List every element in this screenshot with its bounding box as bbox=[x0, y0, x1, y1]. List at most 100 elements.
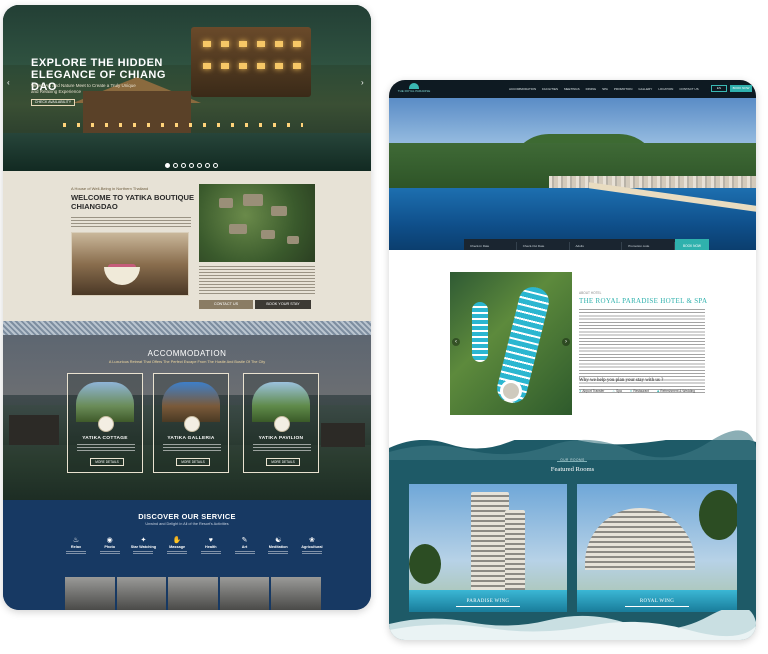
check-out-field[interactable]: Check-Out Date bbox=[517, 242, 570, 250]
hotel-logo[interactable]: THE ROYAL PARADISE bbox=[397, 83, 431, 93]
rooms-title: Featured Rooms bbox=[550, 466, 595, 473]
massage-icon: ✋ bbox=[172, 537, 182, 544]
yatika-logo bbox=[98, 416, 114, 432]
service-photo bbox=[271, 577, 321, 610]
room-card-galleria[interactable]: YATIKA GALLERIA MORE DETAILS bbox=[153, 373, 229, 473]
book-now-nav-button[interactable]: BOOK NOW bbox=[730, 85, 752, 92]
featured-rooms-section: OUR ROOMS Featured Rooms PARADISE WING R… bbox=[389, 428, 756, 640]
yatika-logo bbox=[184, 416, 200, 432]
service-item-relax[interactable]: ♨ Relax bbox=[63, 536, 89, 555]
background-house bbox=[321, 423, 365, 447]
slider-dots[interactable] bbox=[165, 163, 218, 168]
welcome-paragraph-2 bbox=[199, 266, 315, 296]
pool-aerial-image bbox=[450, 272, 572, 415]
room-card-royal-wing[interactable]: ROYAL WING bbox=[577, 484, 737, 612]
about-kicker: ABOUT HOTEL bbox=[579, 291, 602, 295]
discover-service-section: DISCOVER OUR SERVICE Unwind and Delight … bbox=[3, 500, 371, 610]
accommodation-section: ACCOMMODATION A Luxurious Retreat That O… bbox=[3, 335, 371, 500]
service-photo-strip bbox=[65, 577, 321, 610]
hero-subtitle: Where Art and Nature Meet to Create a Tr… bbox=[31, 83, 136, 94]
room-card-cottage[interactable]: YATIKA COTTAGE MORE DETAILS bbox=[67, 373, 143, 473]
more-details-button[interactable]: MORE DETAILS bbox=[90, 458, 124, 466]
welcome-section: A House of Well-Being in Northern Thaila… bbox=[3, 171, 371, 321]
rooms-kicker: OUR ROOMS bbox=[560, 458, 585, 462]
hut-image bbox=[83, 91, 191, 137]
garden-lights bbox=[63, 123, 303, 127]
more-details-button[interactable]: MORE DETAILS bbox=[176, 458, 210, 466]
hero-section: EXPLORE THE HIDDEN ELEGANCE OF CHIANG DA… bbox=[3, 5, 371, 171]
service-photo bbox=[65, 577, 115, 610]
accommodation-subtitle: A Luxurious Retreat That Offers The Perf… bbox=[108, 360, 266, 364]
feature-airport: ✈ Airport Transfer bbox=[579, 389, 605, 393]
nav-item-location[interactable]: LOCATION bbox=[658, 87, 673, 91]
feature-refreshment: ◆ Refreshment & Wedding bbox=[656, 389, 695, 393]
room-card-paradise-wing[interactable]: PARADISE WING bbox=[409, 484, 567, 612]
wave-divider-bottom bbox=[389, 610, 756, 640]
nav-links: ACCOMMODATION FACILITIES MEETINGS DINING… bbox=[509, 87, 699, 91]
language-selector[interactable]: EN bbox=[711, 85, 727, 92]
aerial-resort-image bbox=[199, 184, 315, 262]
beach-hero: Check-In Date Check-Out Date Adults Prom… bbox=[389, 98, 756, 253]
service-item-art[interactable]: ✎ Art bbox=[232, 536, 258, 555]
service-item-star-watching[interactable]: ✦ Star Watching bbox=[130, 536, 156, 555]
spa-icon: ♨ bbox=[612, 389, 616, 393]
plan-question: Why we help you plan your stay with us ? bbox=[579, 378, 664, 383]
chevron-left-icon[interactable]: ‹ bbox=[452, 338, 460, 346]
chevron-left-icon[interactable]: ‹ bbox=[7, 79, 10, 87]
service-item-meditation[interactable]: ☯ Meditation bbox=[265, 536, 291, 555]
discover-title: DISCOVER OUR SERVICE bbox=[138, 512, 236, 521]
nav-item-meetings[interactable]: MEETINGS bbox=[564, 87, 580, 91]
showcase-stage: EXPLORE THE HIDDEN ELEGANCE OF CHIANG DA… bbox=[0, 0, 768, 654]
check-in-field[interactable]: Check-In Date bbox=[464, 242, 517, 250]
camera-icon: ◉ bbox=[106, 537, 113, 544]
service-photo bbox=[116, 577, 167, 610]
service-item-agricultural[interactable]: ❀ Agricultural bbox=[299, 536, 325, 555]
yatika-logo bbox=[274, 416, 290, 432]
nav-item-gallery[interactable]: GALLERY bbox=[638, 87, 652, 91]
accommodation-title: ACCOMMODATION bbox=[147, 349, 227, 358]
room-card-name: YATIKA GALLERIA bbox=[167, 436, 215, 441]
heart-icon: ♥ bbox=[208, 537, 213, 544]
check-availability-button[interactable]: CHECK AVAILABILITY bbox=[31, 99, 75, 106]
brush-icon: ✎ bbox=[241, 537, 248, 544]
nav-item-spa[interactable]: SPA bbox=[602, 87, 608, 91]
chevron-right-icon[interactable]: › bbox=[562, 338, 570, 346]
room-caption: PARADISE WING bbox=[466, 599, 510, 604]
nav-item-dining[interactable]: DINING bbox=[586, 87, 597, 91]
nav-item-promotion[interactable]: PROMOTION bbox=[614, 87, 633, 91]
service-item-massage[interactable]: ✋ Massage bbox=[164, 536, 190, 555]
feature-restaurant: ✕ Restaurant bbox=[629, 389, 649, 393]
room-card-pavilion[interactable]: YATIKA PAVILION MORE DETAILS bbox=[243, 373, 319, 473]
promo-code-field[interactable]: Promotion code bbox=[622, 242, 675, 250]
star-icon: ✦ bbox=[140, 537, 147, 544]
nav-item-facilities[interactable]: FACILITIES bbox=[542, 87, 558, 91]
resort-building-image bbox=[191, 27, 311, 97]
discover-subtitle: Unwind and Delight in All of the Resort'… bbox=[145, 522, 229, 526]
welcome-kicker: A House of Well-Being in Northern Thaila… bbox=[71, 186, 149, 191]
adults-field[interactable]: Adults bbox=[570, 242, 623, 250]
chevron-right-icon[interactable]: › bbox=[361, 79, 364, 87]
royal-paradise-website-screenshot: THE ROYAL PARADISE ACCOMMODATION FACILIT… bbox=[389, 80, 756, 640]
bathtub-image bbox=[71, 232, 189, 296]
decorative-pattern-band bbox=[3, 321, 371, 335]
nav-item-accommodation[interactable]: ACCOMMODATION bbox=[509, 87, 536, 91]
flower-icon: ❀ bbox=[308, 537, 315, 544]
more-details-button[interactable]: MORE DETAILS bbox=[266, 458, 300, 466]
contact-us-button[interactable]: CONTACT US bbox=[199, 300, 253, 309]
about-hotel-section: ‹ › ABOUT HOTEL THE ROYAL PARADISE HOTEL… bbox=[389, 250, 756, 440]
top-navigation: THE ROYAL PARADISE ACCOMMODATION FACILIT… bbox=[389, 80, 756, 98]
feature-list: ✈ Airport Transfer ♨ Spa ✕ Restaurant ◆ … bbox=[579, 389, 695, 393]
feature-spa: ♨ Spa bbox=[612, 389, 622, 393]
bathtub bbox=[104, 267, 140, 285]
service-list: ♨ Relax ◉ Photo ✦ Star Watching ✋ Massage ♥ H… bbox=[63, 536, 325, 555]
meditation-icon: ☯ bbox=[275, 537, 282, 544]
service-item-photo[interactable]: ◉ Photo bbox=[97, 536, 123, 555]
yatika-website-screenshot: EXPLORE THE HIDDEN ELEGANCE OF CHIANG DA… bbox=[3, 5, 371, 610]
nav-item-contact[interactable]: CONTACT US bbox=[679, 87, 698, 91]
welcome-title: WELCOME TO YATIKA BOUTIQUE CHIANGDAO bbox=[71, 193, 195, 211]
service-photo bbox=[168, 577, 218, 610]
about-title: THE ROYAL PARADISE HOTEL & SPA bbox=[579, 297, 708, 305]
service-item-health[interactable]: ♥ Health bbox=[198, 536, 224, 555]
wave-divider bbox=[389, 428, 756, 460]
book-your-stay-button[interactable]: BOOK YOUR STAY bbox=[255, 300, 311, 309]
